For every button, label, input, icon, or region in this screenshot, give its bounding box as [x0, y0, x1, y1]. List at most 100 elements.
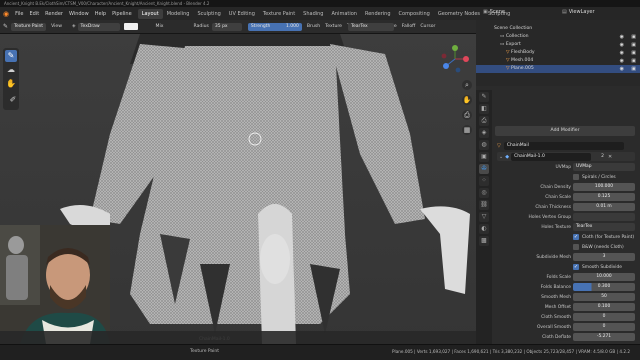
tab-layout[interactable]: Layout: [137, 8, 163, 19]
constraints-tab-icon[interactable]: ⛓: [479, 200, 489, 210]
render-camera-icon[interactable]: ▣: [631, 33, 636, 41]
view-layer-selector[interactable]: ▤ ViewLayer: [562, 9, 595, 15]
property-value[interactable]: UVMap: [573, 163, 635, 171]
property-value[interactable]: [573, 213, 635, 221]
view-layer-name: ViewLayer: [568, 9, 595, 15]
properties-tabs: ✎ ◧ ⎙ ◈ ◍ ▣ ✇ ⁘ ◎ ⛓ ▽ ◐ ▩: [476, 90, 492, 344]
smear-tool-icon[interactable]: ✋: [5, 78, 17, 90]
outliner-item-plane005[interactable]: ▽ Plane.005 ◉ ▣: [476, 65, 640, 73]
scene-tab-icon[interactable]: ◈: [479, 128, 489, 138]
view-menu[interactable]: View: [51, 24, 62, 29]
outliner-item-collection[interactable]: ▭ Collection ◉ ▣: [476, 33, 640, 41]
checkbox[interactable]: ✓: [573, 264, 579, 270]
scene-selector[interactable]: ▣ Scene: [483, 9, 505, 15]
modifier-name-field[interactable]: ChainMail-1.0: [511, 152, 592, 161]
property-value[interactable]: TearTex: [573, 223, 635, 231]
tab-uv-editing[interactable]: UV Editing: [225, 9, 259, 19]
property-value[interactable]: 0: [573, 313, 635, 321]
render-camera-icon[interactable]: ▣: [631, 41, 636, 49]
menu-edit[interactable]: Edit: [29, 11, 39, 17]
image-selector[interactable]: TearTex: [348, 23, 394, 31]
property-row: B&W (needs Cloth): [495, 243, 635, 252]
blender-logo-icon[interactable]: ◉: [3, 10, 9, 18]
tab-animation[interactable]: Animation: [327, 9, 361, 19]
visibility-eye-icon[interactable]: ◉: [620, 49, 624, 57]
visibility-eye-icon[interactable]: ◉: [620, 65, 624, 73]
mode-dropdown[interactable]: Texture Paint: [11, 22, 47, 31]
tab-sculpting[interactable]: Sculpting: [193, 9, 224, 19]
property-value[interactable]: 0.300: [573, 283, 635, 291]
soften-tool-icon[interactable]: ☁: [5, 64, 17, 76]
blend-mode-dropdown[interactable]: Mix: [156, 24, 164, 29]
navigation-gizmo[interactable]: [440, 44, 470, 74]
tab-shading[interactable]: Shading: [299, 9, 327, 19]
tab-texture-paint[interactable]: Texture Paint: [259, 9, 299, 19]
visibility-eye-icon[interactable]: ◉: [620, 57, 624, 65]
chevron-down-icon[interactable]: ⌄: [499, 154, 503, 160]
tab-modeling[interactable]: Modeling: [163, 9, 194, 19]
modifier-user-count[interactable]: 2: [601, 154, 604, 159]
property-label: Chain Thickness: [535, 205, 571, 210]
property-value[interactable]: -5.271: [573, 333, 635, 341]
modifier-wrench-icon[interactable]: ✇: [479, 164, 489, 174]
physics-tab-icon[interactable]: ◎: [479, 188, 489, 198]
visibility-eye-icon[interactable]: ◉: [620, 41, 624, 49]
checkbox-label: Smooth Subdivide: [582, 265, 623, 270]
outliner-scene-collection[interactable]: Scene Collection: [476, 25, 640, 33]
grid-perspective-icon[interactable]: ▦: [462, 125, 472, 135]
output-tab-icon[interactable]: ⎙: [479, 116, 489, 126]
tool-tab-icon[interactable]: ✎: [479, 92, 489, 102]
render-camera-icon[interactable]: ▣: [631, 49, 636, 57]
color-swatch[interactable]: [123, 23, 138, 30]
visibility-eye-icon[interactable]: ◉: [620, 33, 624, 41]
property-value[interactable]: 100.000: [573, 183, 635, 191]
material-tab-icon[interactable]: ◐: [479, 224, 489, 234]
property-value[interactable]: 0: [573, 323, 635, 331]
tab-compositing[interactable]: Compositing: [395, 9, 434, 19]
brush-selector[interactable]: TexDraw: [77, 22, 120, 31]
add-modifier-button[interactable]: Add Modifier: [495, 126, 635, 136]
menu-file[interactable]: File: [15, 11, 23, 17]
annotate-tool-icon[interactable]: ✐: [7, 94, 19, 106]
render-camera-icon[interactable]: ▣: [631, 65, 636, 73]
checkbox[interactable]: [573, 174, 579, 180]
outliner-item-mesh004[interactable]: ▽ Mesh.004 ◉ ▣: [476, 57, 640, 65]
tab-rendering[interactable]: Rendering: [361, 9, 395, 19]
outliner-item-fleshbody[interactable]: ▽ FleshBody ◉ ▣: [476, 49, 640, 57]
cursor-menu[interactable]: Cursor: [420, 24, 435, 29]
object-name-field[interactable]: ChainMail: [503, 141, 624, 150]
property-value[interactable]: 10.000: [573, 273, 635, 281]
zoom-icon[interactable]: ⌕: [462, 80, 472, 90]
world-tab-icon[interactable]: ◍: [479, 140, 489, 150]
menu-help[interactable]: Help: [95, 11, 106, 17]
camera-view-icon[interactable]: ⎙: [462, 110, 472, 120]
render-camera-icon[interactable]: ▣: [631, 57, 636, 65]
render-tab-icon[interactable]: ◧: [479, 104, 489, 114]
draw-brush-tool-icon[interactable]: ✎: [5, 50, 17, 62]
strength-slider[interactable]: Strength 1.000: [247, 22, 302, 31]
pan-hand-icon[interactable]: ✋: [462, 95, 472, 105]
property-label: Smooth Mesh: [541, 295, 571, 300]
object-tab-icon[interactable]: ▣: [479, 152, 489, 162]
particles-tab-icon[interactable]: ⁘: [479, 176, 489, 186]
checkbox[interactable]: ✓: [573, 234, 579, 240]
texture-tab-icon[interactable]: ▩: [479, 236, 489, 246]
property-value[interactable]: 50: [573, 293, 635, 301]
data-tab-icon[interactable]: ▽: [479, 212, 489, 222]
tab-geometry-nodes[interactable]: Geometry Nodes: [434, 9, 484, 19]
menu-render[interactable]: Render: [45, 11, 63, 17]
texture-menu[interactable]: Texture: [325, 24, 342, 29]
brush-menu[interactable]: Brush: [307, 24, 320, 29]
outliner-item-export[interactable]: ▭ Export ◉ ▣: [476, 41, 640, 49]
menu-pipeline[interactable]: Pipeline: [112, 11, 132, 17]
menu-window[interactable]: Window: [69, 11, 89, 17]
falloff-menu[interactable]: Falloff: [402, 24, 416, 29]
close-icon[interactable]: ✕: [608, 154, 612, 160]
property-value[interactable]: 3: [573, 253, 635, 261]
property-value[interactable]: 0.100: [573, 303, 635, 311]
property-value[interactable]: 0.01 m: [573, 203, 635, 211]
checkbox[interactable]: [573, 244, 579, 250]
property-value[interactable]: 0.125: [573, 193, 635, 201]
radius-field[interactable]: 35 px: [211, 22, 242, 31]
scene-name: Scene: [489, 9, 505, 15]
